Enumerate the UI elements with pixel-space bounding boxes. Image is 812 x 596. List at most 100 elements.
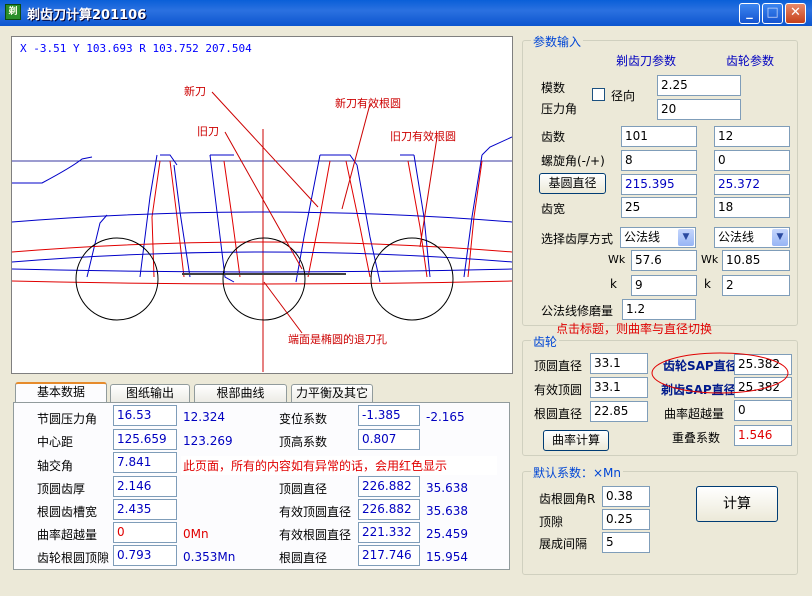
col-gear-header: 齿轮参数 xyxy=(726,54,775,68)
eff-tip-field-basic: 226.882 xyxy=(358,499,420,520)
tip-thick-label: 顶圆齿厚 xyxy=(37,482,86,496)
addendum-label: 顶高系数 xyxy=(279,435,328,449)
eff-tip-gear: 35.638 xyxy=(426,504,468,518)
over-label: 曲率超越量 xyxy=(664,407,725,421)
label-new-root: 新刀有效根圆 xyxy=(335,96,401,110)
center-dist-field: 125.659 xyxy=(113,429,177,450)
drawing-canvas[interactable]: X -3.51 Y 103.693 R 103.752 207.504 新刀 旧… xyxy=(11,36,513,374)
tab-root-curve[interactable]: 根部曲线 xyxy=(194,384,287,402)
teeth-label: 齿数 xyxy=(541,130,566,144)
k-gear-input[interactable]: 2 xyxy=(722,275,790,296)
grind-input[interactable]: 1.2 xyxy=(622,299,696,320)
eff-root-field: 221.332 xyxy=(358,522,420,543)
teeth-cutter-input[interactable]: 101 xyxy=(621,126,697,147)
tip-thick-field: 2.146 xyxy=(113,476,177,497)
minimize-button[interactable]: _ xyxy=(739,3,760,24)
module-label: 模数 xyxy=(541,81,566,95)
gear-legend: 齿轮 xyxy=(531,333,560,350)
k-gear-label: k xyxy=(704,277,711,291)
root-dia-gear: 15.954 xyxy=(426,550,468,564)
eff-tip-field[interactable]: 33.1 xyxy=(590,377,648,398)
base-gear-field: 25.372 xyxy=(714,174,790,195)
helix-gear-input[interactable]: 0 xyxy=(714,150,790,171)
root-slot-label: 根圆齿槽宽 xyxy=(37,505,98,519)
tab-force-balance[interactable]: 力平衡及其它 xyxy=(291,384,373,402)
eff-tip-label-basic: 有效顶圆直径 xyxy=(279,505,352,519)
over-field[interactable]: 0 xyxy=(734,400,792,421)
radial-checkbox[interactable] xyxy=(592,88,605,101)
cross-angle-label: 轴交角 xyxy=(37,459,74,473)
gear-drawing: 新刀 旧刀 新刀有效根圆 旧刀有效根圆 端面是椭圆的退刀孔 xyxy=(12,84,512,372)
chevron-down-icon: ▼ xyxy=(772,229,788,246)
curvature-calc-button[interactable]: 曲率计算 xyxy=(543,430,609,451)
close-button[interactable]: ✕ xyxy=(785,3,806,24)
clearance-label: 顶隙 xyxy=(539,515,564,529)
overshoot-mn: 0Mn xyxy=(183,527,209,541)
base-cutter-field: 215.395 xyxy=(621,174,697,195)
module-input[interactable]: 2.25 xyxy=(657,75,741,96)
helix-cutter-input[interactable]: 8 xyxy=(621,150,697,171)
new-root-arc xyxy=(12,211,512,223)
overshoot-field: 0 xyxy=(113,522,177,543)
root-dia-field[interactable]: 22.85 xyxy=(590,401,648,422)
window-title: 剃齿刀计算201106 xyxy=(27,8,147,23)
root-gap-label: 齿轮根圆顶隙 xyxy=(37,551,110,565)
tab-basic-data[interactable]: 基本数据 xyxy=(15,382,107,403)
wk-cutter-label: Wk xyxy=(608,253,626,266)
k-cutter-label: k xyxy=(610,277,617,291)
maximize-button[interactable]: □ xyxy=(762,3,783,24)
fillet-input[interactable]: 0.38 xyxy=(602,486,650,507)
wk-cutter-input[interactable]: 57.6 xyxy=(631,250,697,271)
tip-dia-gear: 35.638 xyxy=(426,481,468,495)
root-slot-field: 2.435 xyxy=(113,499,177,520)
wk-gear-label: Wk xyxy=(701,253,719,266)
pressure-input[interactable]: 20 xyxy=(657,99,741,120)
root-dia-label-basic: 根圆直径 xyxy=(279,551,328,565)
defaults-legend: 默认系数：×Mn xyxy=(531,464,624,481)
label-new-cutter: 新刀 xyxy=(184,84,206,98)
tip-dia-label: 顶圆直径 xyxy=(534,359,583,373)
k-cutter-input[interactable]: 9 xyxy=(631,275,697,296)
warning-text: 此页面，所有的内容如有异常的话，会用红色显示 xyxy=(181,456,497,475)
overlap-field: 1.546 xyxy=(734,425,792,446)
pitch-pa-gear: 12.324 xyxy=(183,410,225,424)
clearance-input[interactable]: 0.25 xyxy=(602,509,650,530)
root-gap-field: 0.793 xyxy=(113,545,177,566)
app-icon: 剃 xyxy=(5,4,21,20)
thickness-gear-select[interactable]: 公法线 ▼ xyxy=(714,227,790,248)
shift-label: 变位系数 xyxy=(279,412,328,426)
center-dist-gear: 123.269 xyxy=(183,434,233,448)
tip-dia-field[interactable]: 33.1 xyxy=(590,353,648,374)
teeth-gear-input[interactable]: 12 xyxy=(714,126,790,147)
wk-gear-input[interactable]: 10.85 xyxy=(722,250,790,271)
relief-hole-circle xyxy=(75,237,159,321)
addendum-field: 0.807 xyxy=(358,429,420,450)
cross-angle-field: 7.841 xyxy=(113,452,177,473)
gen-interval-label: 展成间隔 xyxy=(539,537,588,551)
grind-label: 公法线修磨量 xyxy=(541,304,614,318)
eff-root-label: 有效根圆直径 xyxy=(279,528,352,542)
params-legend: 参数输入 xyxy=(531,33,584,50)
label-relief-hole: 端面是椭圆的退刀孔 xyxy=(288,332,387,346)
calculate-button[interactable]: 计算 xyxy=(696,486,778,522)
chevron-down-icon: ▼ xyxy=(678,229,694,246)
shift-field: -1.385 xyxy=(358,405,420,426)
gen-interval-input[interactable]: 5 xyxy=(602,532,650,553)
base-diameter-button[interactable]: 基圆直径 xyxy=(539,173,606,194)
switch-hint: 点击标题，则曲率与直径切换 xyxy=(556,322,713,336)
label-old-root: 旧刀有效根圆 xyxy=(390,129,456,143)
center-dist-label: 中心距 xyxy=(37,435,74,449)
thickness-cutter-select[interactable]: 公法线 ▼ xyxy=(620,227,696,248)
overlap-label: 重叠系数 xyxy=(672,431,721,445)
label-old-cutter: 旧刀 xyxy=(197,125,219,138)
tip-dia-label-basic: 顶圆直径 xyxy=(279,482,328,496)
width-cutter-input[interactable]: 25 xyxy=(621,197,697,218)
tab-drawing-output[interactable]: 图纸输出 xyxy=(110,384,190,402)
eff-tip-label: 有效顶圆 xyxy=(534,383,583,397)
width-gear-input[interactable]: 18 xyxy=(714,197,790,218)
pitch-pa-label: 节圆压力角 xyxy=(37,412,98,426)
title-bar[interactable]: 剃 剃齿刀计算201106 _ □ ✕ xyxy=(0,0,812,26)
tip-dia-field-basic: 226.882 xyxy=(358,476,420,497)
width-label: 齿宽 xyxy=(541,202,566,216)
highlight-ellipse xyxy=(651,352,789,394)
